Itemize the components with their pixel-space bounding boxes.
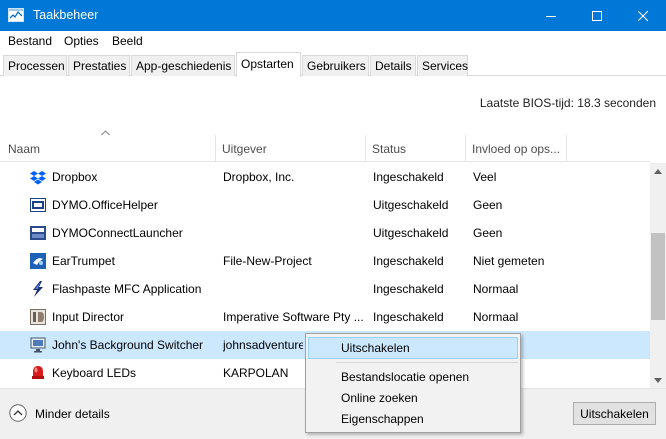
tab-services[interactable]: Services — [417, 55, 468, 76]
row-impact: Niet gemeten — [473, 254, 545, 268]
flashpaste-icon — [30, 281, 46, 297]
row-name: DYMOConnectLauncher — [52, 226, 183, 240]
tab-gebruikers[interactable]: Gebruikers — [302, 55, 369, 76]
column-header-naam[interactable]: Naam — [2, 135, 216, 162]
row-impact: Geen — [473, 198, 503, 212]
menu-opties[interactable]: Opties — [64, 34, 99, 48]
row-publisher: File-New-Project — [223, 254, 312, 268]
context-menu: Uitschakelen Bestandslocatie openen Onli… — [305, 333, 521, 433]
minimize-icon — [546, 15, 556, 17]
row-publisher: Imperative Software Pty ... — [223, 310, 363, 324]
maximize-icon — [592, 10, 602, 21]
row-name: Dropbox — [52, 170, 98, 184]
row-name: EarTrumpet — [52, 254, 115, 268]
table-row[interactable]: DYMO.OfficeHelper Uitgeschakeld Geen — [0, 191, 650, 219]
menu-beeld[interactable]: Beeld — [112, 34, 143, 48]
row-name: Keyboard LEDs — [52, 366, 137, 380]
scroll-thumb[interactable] — [651, 233, 665, 320]
row-publisher: johnsadventure — [223, 338, 303, 352]
vertical-scrollbar[interactable] — [650, 163, 666, 388]
row-status: Uitgeschakeld — [373, 226, 449, 240]
bios-time-value: 18.3 seconden — [577, 96, 656, 110]
row-status: Ingeschakeld — [373, 282, 444, 296]
tab-opstarten[interactable]: Opstarten — [236, 52, 301, 77]
row-status: Ingeschakeld — [373, 170, 444, 184]
scroll-up-button[interactable] — [650, 163, 666, 179]
column-header-row: Naam Uitgever Status Invloed op ops... — [0, 135, 650, 162]
table-row[interactable]: Dropbox Dropbox, Inc. Ingeschakeld Veel — [0, 163, 650, 191]
dropbox-icon — [30, 169, 46, 185]
fewer-details-link[interactable]: Minder details — [35, 407, 110, 421]
tab-details[interactable]: Details — [370, 55, 416, 76]
row-name: DYMO.OfficeHelper — [52, 198, 158, 212]
chevron-up-circle-icon — [9, 404, 27, 422]
scroll-down-button[interactable] — [650, 372, 666, 388]
table-row[interactable]: DYMOConnectLauncher Uitgeschakeld Geen — [0, 219, 650, 247]
row-publisher: KARPOLAN — [223, 366, 289, 380]
row-publisher: Dropbox, Inc. — [223, 170, 295, 184]
dymo-icon — [30, 197, 46, 213]
bios-time-label: Laatste BIOS-tijd: — [479, 96, 574, 110]
tab-app-geschiedenis[interactable]: App-geschiedenis — [131, 55, 235, 76]
column-header-status[interactable]: Status — [366, 135, 466, 162]
bios-time: Laatste BIOS-tijd: 18.3 seconden — [480, 96, 656, 110]
tab-prestaties[interactable]: Prestaties — [68, 55, 130, 76]
table-row[interactable]: EarTrumpet File-New-Project Ingeschakeld… — [0, 247, 650, 275]
minimize-button[interactable] — [528, 0, 574, 31]
scroll-up-icon — [654, 168, 662, 174]
title-bar[interactable]: Taakbeheer — [0, 0, 666, 31]
scroll-down-icon — [654, 377, 662, 383]
task-manager-icon — [8, 8, 24, 23]
background-switcher-icon — [30, 337, 46, 353]
disable-button[interactable]: Uitschakelen — [573, 402, 656, 425]
tab-processen[interactable]: Processen — [3, 55, 67, 76]
row-impact: Normaal — [473, 310, 519, 324]
row-impact: Veel — [473, 170, 497, 184]
row-status: Ingeschakeld — [373, 310, 444, 324]
tab-bar: Processen Prestaties App-geschiedenis Op… — [0, 52, 666, 77]
fewer-details-toggle[interactable] — [9, 404, 27, 422]
row-status: Uitgeschakeld — [373, 198, 449, 212]
table-row[interactable]: Flashpaste MFC Application Ingeschakeld … — [0, 275, 650, 303]
context-item-eigenschappen[interactable]: Eigenschappen — [308, 408, 518, 430]
column-header-invloed[interactable]: Invloed op ops... — [466, 135, 567, 162]
context-item-uitschakelen[interactable]: Uitschakelen — [308, 337, 518, 359]
column-header-uitgever[interactable]: Uitgever — [216, 135, 366, 162]
row-status: Ingeschakeld — [373, 254, 444, 268]
row-name: Flashpaste MFC Application — [52, 282, 202, 296]
keyboard-leds-icon — [30, 365, 46, 381]
window-title: Taakbeheer — [33, 8, 99, 22]
context-item-bestandslocatie[interactable]: Bestandslocatie openen — [308, 366, 518, 388]
menu-bar: Bestand Opties Beeld — [0, 31, 666, 52]
dymo-connect-icon — [30, 225, 46, 241]
close-icon — [638, 10, 648, 21]
close-button[interactable] — [620, 0, 666, 31]
context-item-online-zoeken[interactable]: Online zoeken — [308, 387, 518, 409]
eartrumpet-icon — [30, 253, 46, 269]
maximize-button[interactable] — [574, 0, 620, 31]
row-name: John's Background Switcher — [52, 338, 204, 352]
menu-bestand[interactable]: Bestand — [8, 34, 52, 48]
row-impact: Normaal — [473, 282, 519, 296]
row-impact: Geen — [473, 226, 503, 240]
row-name: Input Director — [52, 310, 125, 324]
table-row[interactable]: Input Director Imperative Software Pty .… — [0, 303, 650, 331]
input-director-icon — [30, 309, 46, 325]
context-menu-separator — [336, 362, 518, 363]
